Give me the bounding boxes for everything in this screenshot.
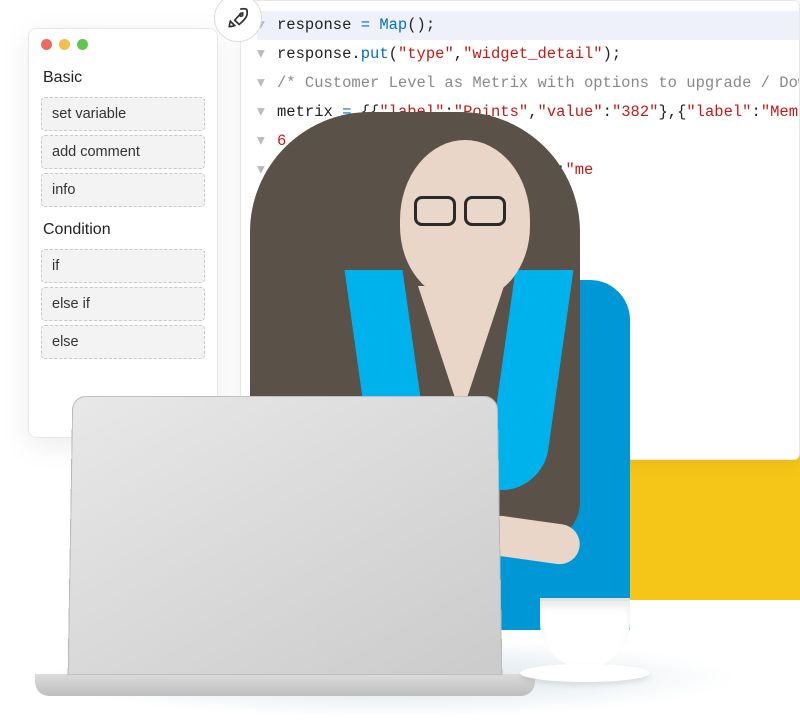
- fold-arrow-icon[interactable]: ▾: [257, 40, 271, 69]
- code-token: :: [603, 103, 612, 121]
- code-line[interactable]: ▾ response.put("type","widget_detail");: [257, 40, 799, 69]
- code-token: =: [361, 16, 380, 34]
- glasses-icon: [414, 196, 514, 228]
- code-token: ,: [454, 45, 463, 63]
- code-token: (: [389, 45, 398, 63]
- section-header: Condition: [29, 211, 217, 245]
- code-token: );: [603, 45, 622, 63]
- palette-item-else-if[interactable]: else if: [41, 287, 205, 321]
- code-token: "label": [686, 103, 751, 121]
- code-token: "382": [612, 103, 659, 121]
- code-token: :: [752, 103, 761, 121]
- code-token: /* Customer Level as Metrix with options…: [277, 74, 800, 92]
- minimize-icon[interactable]: [59, 39, 70, 50]
- person-illustration: [330, 140, 530, 300]
- laptop-illustration: [70, 394, 535, 696]
- code-token: Map: [379, 16, 407, 34]
- block-palette-window: Basic set variable add comment info Conditio…: [28, 28, 218, 438]
- code-token: "me: [565, 161, 593, 179]
- maximize-icon[interactable]: [77, 39, 88, 50]
- close-icon[interactable]: [41, 39, 52, 50]
- code-token: .: [351, 45, 360, 63]
- coffee-cup-illustration: [540, 598, 650, 682]
- palette-item-else[interactable]: else: [41, 325, 205, 359]
- palette-item-if[interactable]: if: [41, 249, 205, 283]
- palette-item-set-variable[interactable]: set variable: [41, 97, 205, 131]
- section-header: Basic: [29, 59, 217, 93]
- code-token: "value": [538, 103, 603, 121]
- code-token: "Members: [761, 103, 800, 121]
- code-token: "widget_detail": [463, 45, 603, 63]
- fold-arrow-icon[interactable]: ▾: [257, 69, 271, 98]
- palette-item-add-comment[interactable]: add comment: [41, 135, 205, 169]
- palette-item-info[interactable]: info: [41, 173, 205, 207]
- code-token: "type": [398, 45, 454, 63]
- code-line[interactable]: ▾ /* Customer Level as Metrix with option…: [257, 69, 799, 98]
- fold-arrow-icon[interactable]: ▾: [257, 127, 271, 156]
- code-token: response: [277, 16, 361, 34]
- code-token: ,: [528, 103, 537, 121]
- window-titlebar: [29, 29, 217, 59]
- fold-arrow-icon[interactable]: ▾: [257, 98, 271, 127]
- code-token: ();: [407, 16, 435, 34]
- code-line[interactable]: ▾response = Map();: [257, 11, 799, 40]
- code-token: response: [277, 45, 351, 63]
- code-token: put: [361, 45, 389, 63]
- code-token: },{: [658, 103, 686, 121]
